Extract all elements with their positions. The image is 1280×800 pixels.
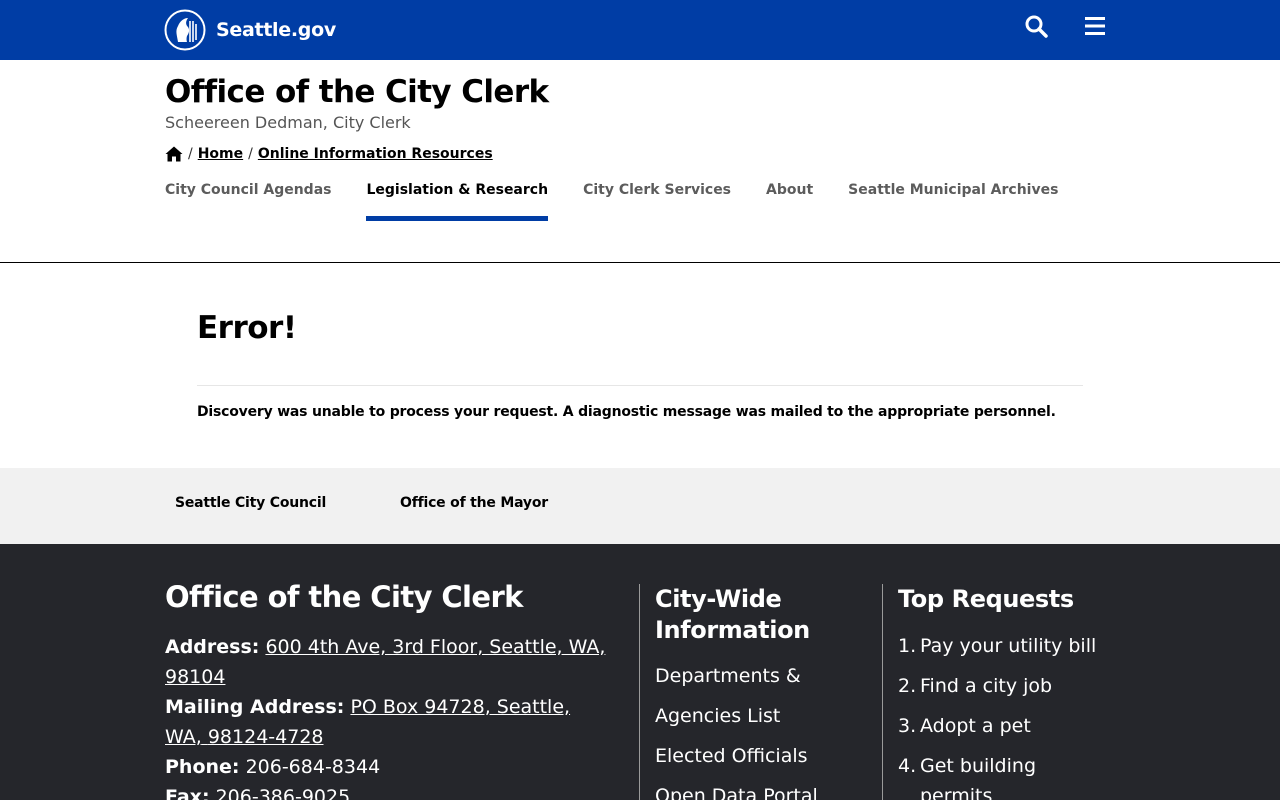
elected-officials-link[interactable]: Elected Officials bbox=[655, 736, 818, 776]
adopt-pet-link[interactable]: Adopt a pet bbox=[920, 706, 1031, 746]
breadcrumb-separator: / bbox=[248, 146, 253, 162]
phone-number[interactable]: 206-684-8344 bbox=[246, 756, 381, 778]
top-bar: Seattle.gov bbox=[0, 0, 1280, 60]
nav-seattle-municipal-archives[interactable]: Seattle Municipal Archives bbox=[848, 182, 1058, 222]
header-divider bbox=[0, 262, 1280, 263]
top-requests-list: 1. Pay your utility bill 2. Find a city … bbox=[898, 626, 1118, 800]
seattle-gov-logo[interactable]: Seattle.gov bbox=[164, 9, 336, 51]
breadcrumb-online-info-link[interactable]: Online Information Resources bbox=[258, 146, 493, 162]
building-permits-link[interactable]: Get building permits bbox=[920, 746, 1036, 800]
list-item[interactable]: 1. Pay your utility bill bbox=[898, 626, 1118, 666]
footer-divider bbox=[639, 584, 640, 800]
search-icon bbox=[1025, 15, 1048, 38]
fax-number: 206-386-9025 bbox=[215, 786, 351, 800]
logo-text: Seattle.gov bbox=[216, 19, 336, 41]
mailing-address-label: Mailing Address: bbox=[165, 696, 345, 718]
nav-about[interactable]: About bbox=[766, 182, 813, 222]
breadcrumb-home-link[interactable]: Home bbox=[198, 146, 243, 162]
site-title: Office of the City Clerk bbox=[165, 74, 549, 110]
list-item[interactable]: 3. Adopt a pet bbox=[898, 706, 1118, 746]
content-divider bbox=[197, 385, 1083, 386]
pay-utility-bill-link[interactable]: Pay your utility bill bbox=[920, 626, 1096, 666]
error-message: Discovery was unable to process your req… bbox=[197, 404, 1056, 420]
city-seal-icon bbox=[164, 9, 206, 51]
menu-button[interactable] bbox=[1084, 15, 1106, 37]
nav-city-council-agendas[interactable]: City Council Agendas bbox=[165, 182, 331, 222]
departments-agencies-link[interactable]: Departments & bbox=[655, 656, 818, 696]
breadcrumb-separator: / bbox=[188, 146, 193, 162]
nav-legislation-research[interactable]: Legislation & Research bbox=[366, 182, 548, 222]
footer-contact: Address: 600 4th Ave, 3rd Floor, Seattle… bbox=[165, 632, 610, 800]
phone-label: Phone: bbox=[165, 756, 240, 778]
departments-agencies-link[interactable]: Agencies List bbox=[655, 696, 818, 736]
footer-divider bbox=[882, 584, 883, 800]
open-data-portal-link[interactable]: Open Data Portal bbox=[655, 776, 818, 800]
footer-title: Office of the City Clerk bbox=[165, 580, 523, 614]
main-nav: City Council Agendas Legislation & Resea… bbox=[165, 182, 1093, 222]
office-of-the-mayor-link[interactable]: Office of the Mayor bbox=[400, 495, 548, 511]
fax-label: Fax: bbox=[165, 786, 210, 800]
list-item[interactable]: 4. Get building permits bbox=[898, 746, 1118, 800]
find-city-job-link[interactable]: Find a city job bbox=[920, 666, 1052, 706]
citywide-info-title: City-Wide Information bbox=[655, 585, 810, 644]
address-label: Address: bbox=[165, 636, 260, 658]
list-item[interactable]: 2. Find a city job bbox=[898, 666, 1118, 706]
breadcrumb: / Home / Online Information Resources bbox=[165, 146, 493, 162]
home-icon[interactable] bbox=[165, 146, 183, 162]
hamburger-menu-icon bbox=[1085, 17, 1105, 35]
footer: Office of the City Clerk Address: 600 4t… bbox=[0, 544, 1280, 800]
site-subtitle: Scheereen Dedman, City Clerk bbox=[165, 113, 411, 132]
error-heading: Error! bbox=[197, 310, 297, 346]
search-button[interactable] bbox=[1024, 14, 1048, 38]
seattle-city-council-link[interactable]: Seattle City Council bbox=[175, 495, 326, 511]
top-requests-title: Top Requests bbox=[898, 585, 1074, 613]
citywide-info-list: Departments & Agencies List Elected Offi… bbox=[655, 656, 818, 800]
nav-city-clerk-services[interactable]: City Clerk Services bbox=[583, 182, 731, 222]
